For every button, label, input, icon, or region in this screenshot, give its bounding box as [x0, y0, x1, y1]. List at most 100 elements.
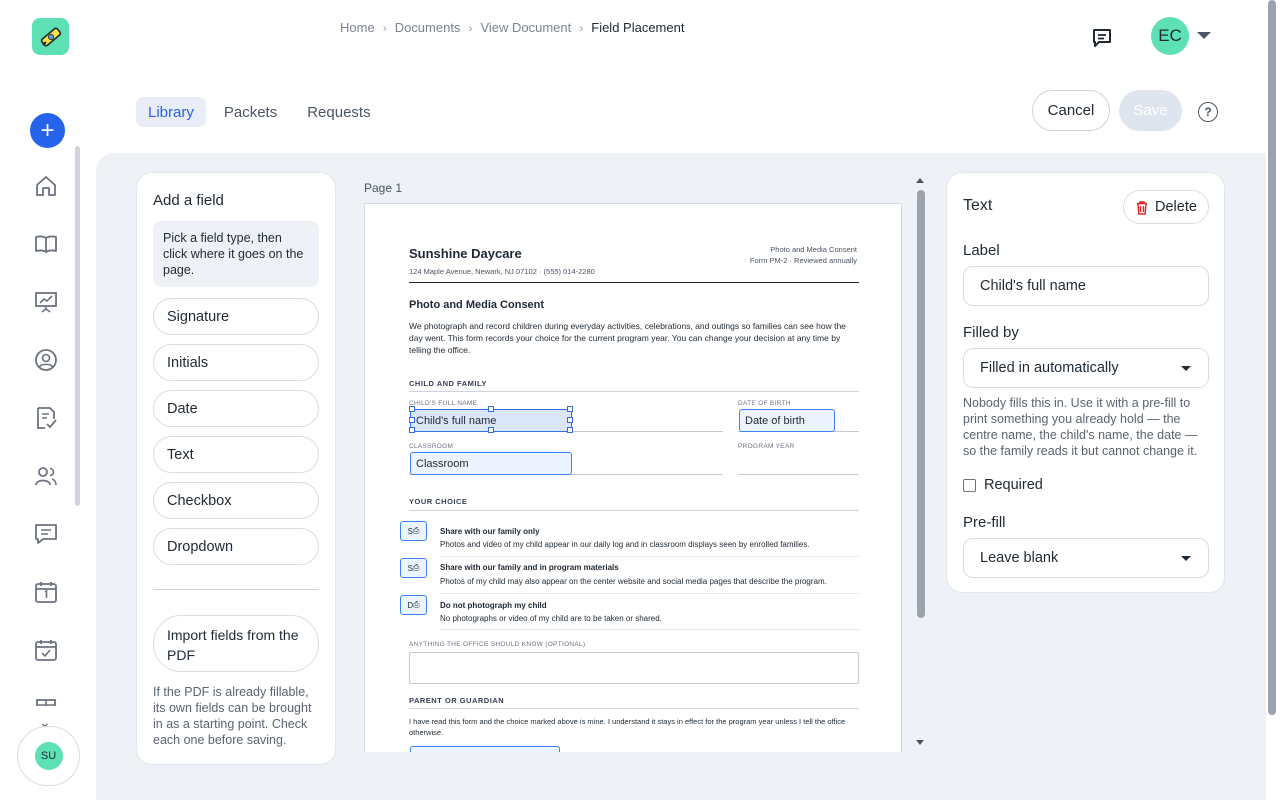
required-checkbox[interactable] [963, 479, 976, 492]
delete-label: Delete [1155, 199, 1197, 215]
doc-label-classroom: CLASSROOM [409, 443, 454, 450]
document-scroll-thumb[interactable] [917, 190, 925, 618]
filled-by-help: Nobody fills this in. Use it with a pre-… [963, 396, 1198, 458]
doc-section-parent: PARENT OR GUARDIAN [409, 696, 505, 705]
rail-profile[interactable] [32, 346, 60, 374]
document-viewport[interactable]: Sunshine Daycare 124 Maple Avenue, Newar… [364, 203, 902, 752]
delete-field-button[interactable]: Delete [1123, 190, 1209, 224]
doc-option-title: Do not photograph my child [440, 601, 547, 610]
document-page[interactable]: Sunshine Daycare 124 Maple Avenue, Newar… [364, 203, 902, 752]
rail-schedule[interactable] [32, 636, 60, 664]
caret-down-icon[interactable] [1197, 32, 1211, 39]
rail-calendar[interactable] [32, 578, 60, 606]
breadcrumb-view-document[interactable]: View Document [480, 20, 571, 35]
resize-handle[interactable] [409, 427, 415, 433]
field-type-signature[interactable]: Signature [153, 298, 319, 335]
palette-divider [153, 589, 319, 590]
tab-requests[interactable]: Requests [295, 97, 382, 127]
placed-field-date[interactable]: D ⎙ [400, 595, 427, 615]
caret-down-icon [1181, 366, 1191, 371]
user-circle-icon [35, 349, 57, 371]
breadcrumb-documents[interactable]: Documents [395, 20, 461, 35]
account-switcher[interactable]: SU [17, 726, 80, 786]
placed-field-dob[interactable]: Date of birth [739, 409, 835, 432]
doc-section-rule [409, 510, 859, 511]
doc-option-desc: Photos of my child may also appear on th… [440, 577, 827, 586]
placed-field-classroom[interactable]: Classroom [410, 452, 572, 475]
doc-form-code: Form PM-2 · Reviewed annually [749, 256, 857, 265]
plus-icon: + [40, 116, 55, 144]
resize-handle[interactable] [567, 417, 573, 423]
field-palette: Add a field Pick a field type, then clic… [136, 172, 336, 765]
help-icon[interactable]: ? [1198, 102, 1218, 122]
field-type-dropdown[interactable]: Dropdown [153, 528, 319, 565]
label-heading: Label [963, 242, 1000, 259]
prefill-select[interactable]: Leave blank [963, 538, 1209, 578]
resize-handle[interactable] [409, 406, 415, 412]
resize-handle[interactable] [567, 427, 573, 433]
presentation-chart-icon [35, 292, 57, 313]
chevron-right-icon: › [468, 20, 473, 35]
section-tabs: Library Packets Requests [136, 97, 383, 127]
rail-gifts[interactable] [32, 692, 60, 706]
doc-option-rule [440, 556, 859, 557]
import-fields-button[interactable]: Import fields from the PDF [153, 615, 319, 672]
label-input[interactable]: Child's full name [963, 266, 1209, 306]
resize-handle[interactable] [488, 427, 494, 433]
filled-by-value: Filled in automatically [980, 360, 1119, 376]
caret-down-icon [1181, 556, 1191, 561]
scroll-down-icon[interactable] [916, 740, 924, 745]
document-check-icon [37, 407, 57, 429]
save-button[interactable]: Save [1119, 90, 1182, 131]
placed-field-signature[interactable]: S ⎙ [400, 521, 427, 541]
doc-section-child: CHILD AND FAMILY [409, 379, 487, 388]
rail-people[interactable] [32, 462, 60, 490]
tab-packets[interactable]: Packets [212, 97, 289, 127]
palette-title: Add a field [153, 192, 224, 209]
field-type-text[interactable]: Text [153, 436, 319, 473]
rail-home[interactable] [32, 172, 60, 200]
account-avatar: SU [34, 742, 63, 770]
breadcrumb-home[interactable]: Home [340, 20, 375, 35]
doc-section-rule [409, 708, 859, 709]
doc-header-rule [409, 282, 859, 283]
required-label[interactable]: Required [984, 477, 1043, 493]
doc-label-childname: CHILD'S FULL NAME [409, 400, 478, 407]
rail-library[interactable] [32, 230, 60, 258]
resize-handle[interactable] [409, 417, 415, 423]
resize-handle[interactable] [488, 406, 494, 412]
tab-library[interactable]: Library [136, 97, 206, 127]
resize-handle[interactable] [567, 406, 573, 412]
field-type-initials[interactable]: Initials [153, 344, 319, 381]
placed-field-parent-signature[interactable] [410, 746, 560, 752]
doc-consent: I have read this form and the choice mar… [409, 717, 846, 737]
doc-label-notes: ANYTHING THE OFFICE SHOULD KNOW (OPTIONA… [409, 641, 586, 648]
page-scrollbar[interactable] [1268, 0, 1276, 715]
chevron-right-icon: › [382, 20, 387, 35]
field-properties-panel: Text Delete Label Child's full name Fill… [946, 172, 1225, 593]
calendar-icon [35, 582, 57, 603]
field-type-date[interactable]: Date [153, 390, 319, 427]
breadcrumb: Home › Documents › View Document › Field… [340, 20, 684, 35]
field-type-checkbox[interactable]: Checkbox [153, 482, 319, 519]
doc-option-desc: Photos and video of my child appear in o… [440, 540, 810, 549]
app-logo[interactable] [32, 18, 69, 55]
pen-icon: ⎙ [413, 600, 420, 609]
scroll-up-icon[interactable] [916, 178, 924, 183]
prefill-heading: Pre-fill [963, 514, 1006, 531]
rail-messages[interactable] [32, 520, 60, 548]
home-icon [36, 176, 56, 196]
doc-option-desc: No photographs or video of my child are … [440, 614, 662, 623]
create-button[interactable]: + [30, 113, 65, 148]
filled-by-select[interactable]: Filled in automatically [963, 348, 1209, 388]
placed-field-signature[interactable]: S ⎙ [400, 558, 427, 578]
placed-field-label: Child's full name [416, 414, 497, 427]
messages-button[interactable] [1088, 24, 1116, 52]
import-note: If the PDF is already fillable, its own … [153, 685, 312, 747]
user-avatar[interactable]: EC [1151, 17, 1189, 55]
cancel-button[interactable]: Cancel [1032, 90, 1110, 131]
doc-section-choice: YOUR CHOICE [409, 497, 468, 506]
rail-forms[interactable] [32, 404, 60, 432]
rail-scrollbar[interactable] [75, 146, 80, 506]
rail-presentations[interactable] [32, 288, 60, 316]
